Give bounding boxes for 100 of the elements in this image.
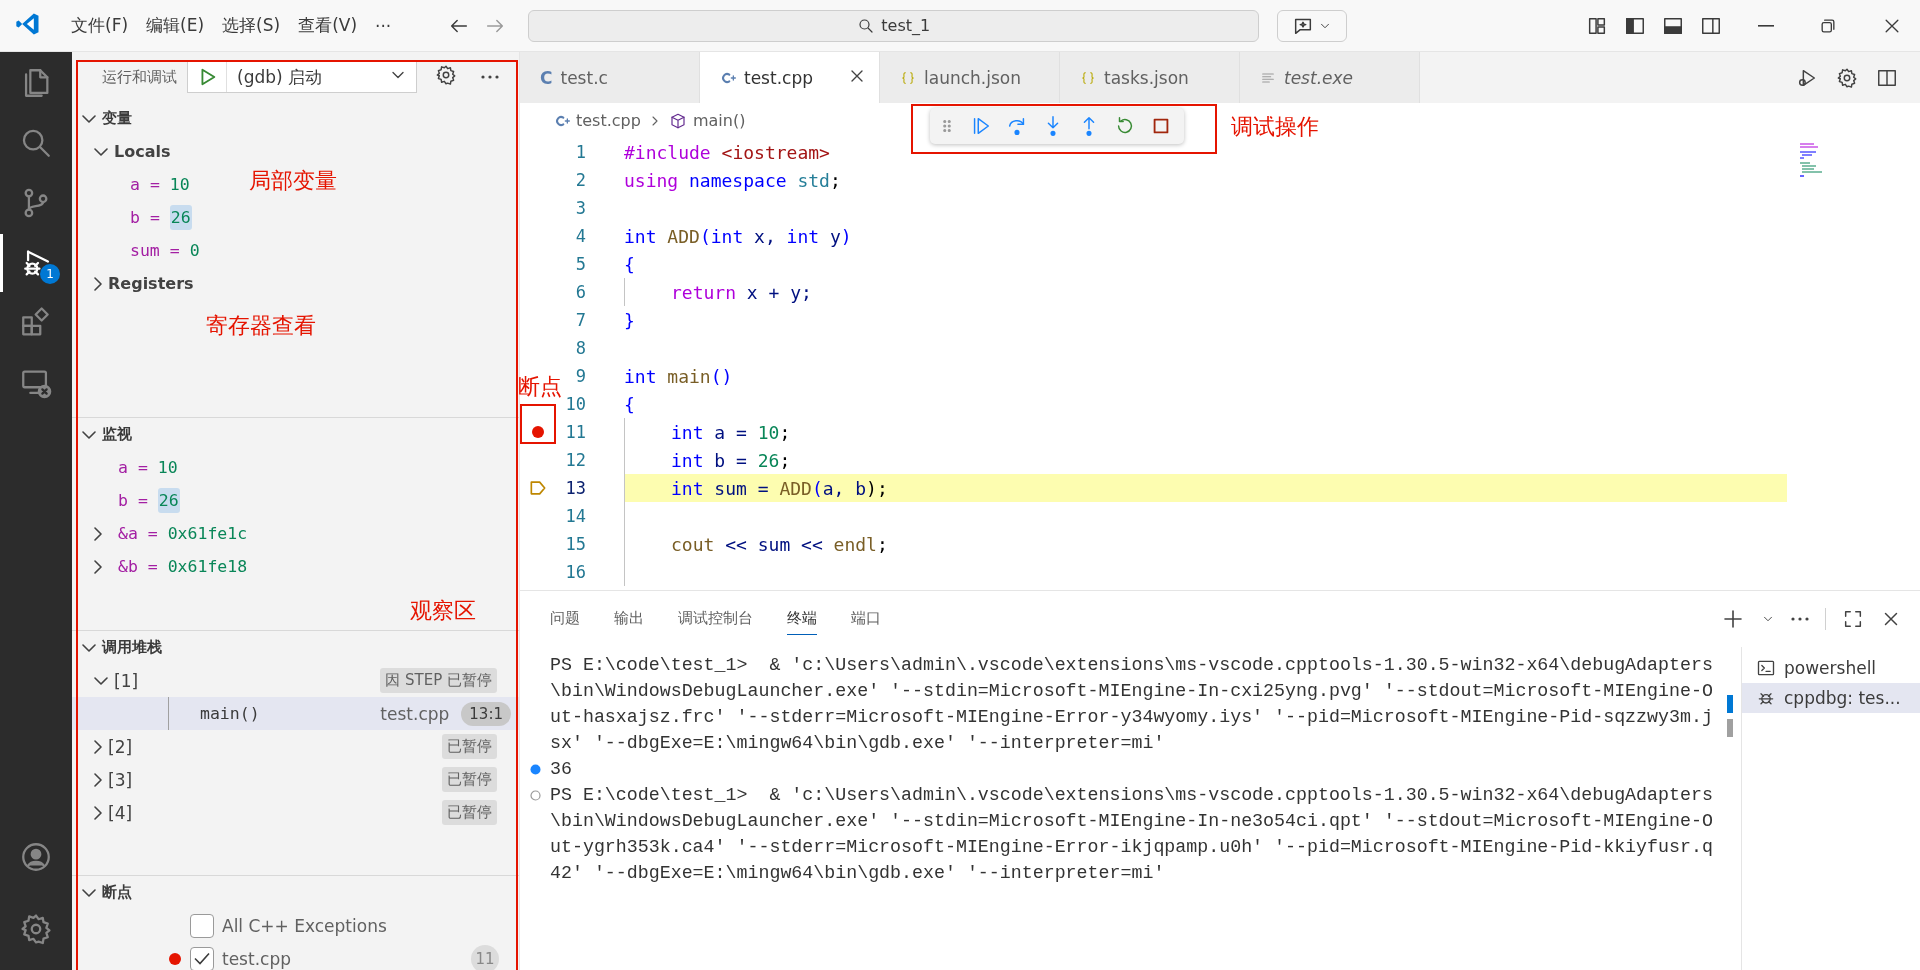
line-number: 5 [574, 254, 586, 274]
line-number: 13 [564, 478, 586, 498]
terminal-line: ut-hasxajsz.frc' '--stderr=Microsoft-MIEngine-Error-y34wyomy.iys' '--pid=Microsoft-MIEngine-Pid-sqzzwy3m.j [550, 707, 1713, 727]
breakpoint-dot[interactable] [532, 426, 544, 438]
line-number: 11 [564, 422, 586, 442]
minimap [1800, 142, 1824, 178]
terminal-line: ut-ygrh353k.ca4' '--stderr=Microsoft-MIEngine-Error-ikjqpamp.u0h' '--pid=Microsoft-MIEngine-Pid-kkiyfusr.q [550, 837, 1713, 857]
annotation-box [520, 404, 556, 444]
section-title[interactable]: 调用堆栈 [102, 638, 162, 657]
chevron-right-icon [94, 805, 102, 820]
code-line: int sum = ADD(a, b); [670, 477, 888, 499]
chevron-right-icon [94, 526, 102, 541]
line-number: 9 [574, 366, 586, 386]
section-title[interactable]: 断点 [102, 883, 132, 902]
stack-frame[interactable]: main() [200, 704, 260, 723]
menu-item[interactable]: 文件(F) [62, 10, 138, 41]
breakpoint-label[interactable]: test.cpp [222, 948, 291, 969]
terminal-line: \bin\WindowsDebugLauncher.exe' '--stdin=Microsoft-MIEngine-In-ne3o54ci.qpt' '--stdout=Microsoft-MIEngine-O [550, 811, 1713, 831]
variable-entry[interactable]: sum = 0 [130, 239, 200, 262]
check-icon [194, 952, 210, 965]
variable-entry[interactable]: a = 10 [118, 456, 178, 479]
breadcrumb-item[interactable]: main() [692, 111, 746, 130]
code-line: #include <iostream> [624, 141, 830, 163]
chevron-down-icon [82, 643, 96, 652]
editor-tab[interactable]: launch.json [880, 52, 1060, 103]
line-number-badge: 11 [471, 944, 499, 970]
code-line: int ADD(int x, int y) [624, 225, 852, 247]
maximize-icon [1842, 608, 1864, 630]
panel-tab[interactable]: 终端 [787, 603, 817, 635]
checkbox[interactable] [190, 946, 214, 970]
breadcrumb-item[interactable]: test.cpp [576, 111, 641, 130]
terminal-line: 42' '--dbgExe=E:\mingw64\bin\gdb.exe' '--interpreter=mi' [550, 863, 1165, 883]
command-success-dot[interactable] [530, 763, 541, 775]
variable-entry[interactable]: &b = 0x61fe18 [118, 555, 248, 578]
chevron-down-icon [82, 430, 96, 439]
more-icon[interactable] [481, 75, 499, 79]
paused-status: 已暂停 [442, 800, 497, 825]
more-icon[interactable] [1791, 617, 1809, 621]
chevron-down-icon [94, 676, 108, 685]
editor-tab[interactable]: C test.c [520, 52, 700, 103]
cube-icon [668, 111, 687, 130]
line-number: 14 [564, 506, 586, 526]
chevron-down-icon [94, 147, 108, 156]
variable-entry[interactable]: a = 10 [130, 173, 190, 196]
breakpoint-label[interactable]: All C++ Exceptions [222, 915, 387, 936]
line-number: 3 [574, 198, 586, 218]
code-line: int b = 26; [670, 449, 791, 471]
scope-label[interactable]: Registers [108, 274, 194, 293]
command-pending-circle[interactable] [530, 789, 541, 801]
editor-tab[interactable]: test.cpp [700, 52, 880, 103]
variable-entry[interactable]: &a = 0x61fe1c [118, 522, 248, 545]
line-number: 7 [574, 310, 586, 330]
paused-status: 已暂停 [442, 734, 497, 759]
c-file-icon: C [540, 67, 553, 88]
terminal-line: PS E:\code\test_1> & 'c:\Users\admin\.vscode\extensions\ms-vscode.cpptools-1.30.5-win32-x64\debugAdapters [550, 655, 1713, 675]
settings-icon [1836, 66, 1858, 89]
line-number: 1 [574, 142, 586, 162]
minimize-icon[interactable] [1758, 24, 1774, 27]
command-search-field[interactable]: test_1 [528, 9, 1260, 42]
code-line: int main() [624, 365, 733, 387]
panel-title: 运行和调试 [102, 67, 177, 87]
panel-tab[interactable]: 输出 [614, 603, 644, 635]
line-number: 15 [564, 534, 586, 554]
variable-entry[interactable]: b = 26 [118, 489, 180, 512]
thread-name[interactable]: [1] [114, 670, 139, 691]
terminal-list-item[interactable]: powershell [1742, 653, 1920, 683]
menu-item[interactable]: 编辑(E) [137, 10, 214, 41]
menu-item[interactable]: ··· [366, 11, 401, 40]
chevron-right-icon [94, 559, 102, 574]
code-line: } [624, 309, 635, 331]
thread-name[interactable]: [3] [108, 769, 133, 790]
breakpoint-dot [169, 952, 181, 965]
scrollbar-marker [1727, 719, 1733, 737]
add-icon [1721, 607, 1745, 631]
code-line: using namespace std; [624, 169, 841, 191]
chevron-right-icon [94, 276, 102, 291]
editor-tab[interactable]: tasks.json [1060, 52, 1240, 103]
checkbox[interactable] [190, 913, 214, 938]
scope-label[interactable]: Locals [114, 142, 171, 161]
line-number: 4 [574, 226, 586, 246]
count-badge: 1 [40, 264, 60, 284]
section-title[interactable]: 监视 [102, 425, 132, 444]
code-line: { [624, 393, 635, 415]
variable-entry[interactable]: b = 26 [130, 206, 192, 229]
section-title[interactable]: 变量 [102, 109, 132, 128]
thread-name[interactable]: [2] [108, 736, 133, 757]
panel-tab[interactable]: 端口 [851, 603, 881, 635]
terminal-line: \bin\WindowsDebugLauncher.exe' '--stdin=Microsoft-MIEngine-In-cxi25yng.pvg' '--stdout=Microsoft-MIEngine-O [550, 681, 1713, 701]
menu-item[interactable]: 选择(S) [213, 10, 290, 41]
editor-tab[interactable]: test.exe [1240, 52, 1420, 103]
settings-icon [19, 912, 53, 946]
braces-icon [900, 69, 916, 86]
annotation-label: 观察区 [410, 597, 476, 625]
terminal-list-item[interactable]: cppdbg: tes... [1742, 683, 1920, 713]
chat-button[interactable] [1277, 9, 1348, 42]
menu-item[interactable]: 查看(V) [289, 10, 367, 41]
launch-config-dropdown[interactable]: (gdb) 启动 [187, 61, 417, 93]
thread-name[interactable]: [4] [108, 802, 133, 823]
panel-tab[interactable]: 问题 [550, 603, 580, 635]
panel-tab[interactable]: 调试控制台 [678, 603, 753, 635]
